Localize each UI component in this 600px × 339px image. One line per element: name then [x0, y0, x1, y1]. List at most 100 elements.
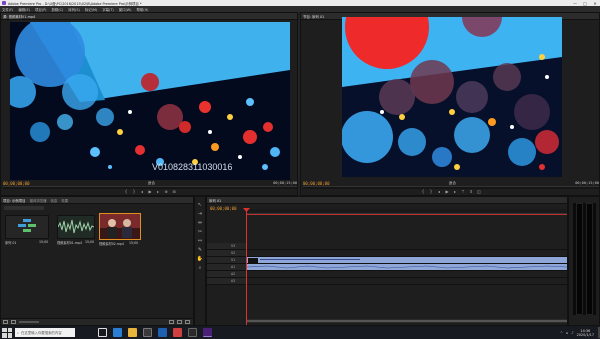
tray-chevron-icon[interactable]: ^: [560, 331, 563, 335]
tab-project[interactable]: 项目: 示例项目: [3, 198, 26, 203]
track-header[interactable]: V1: [207, 257, 247, 263]
export-frame-icon[interactable]: ◫: [476, 190, 482, 194]
project-item-sequence[interactable]: [5, 215, 49, 239]
step-back-icon[interactable]: ◂: [139, 190, 145, 194]
mark-out-icon[interactable]: }: [131, 190, 137, 194]
extract-icon[interactable]: ⇞: [468, 190, 474, 194]
selection-tool-icon[interactable]: ↖: [196, 201, 204, 209]
new-item-icon[interactable]: [177, 320, 182, 324]
sequence-icon: [18, 219, 36, 232]
timeline-scrollbar[interactable]: [247, 319, 567, 323]
program-mark-out-icon[interactable]: }: [428, 190, 434, 194]
timeline-sequence-tab[interactable]: 序列 01: [209, 198, 221, 203]
source-overlay-text: V010828311030016: [152, 162, 233, 172]
clock[interactable]: 14:36 2020/1/17: [577, 329, 594, 337]
overwrite-icon[interactable]: ⊞: [171, 190, 177, 194]
track-header[interactable]: A1: [207, 264, 247, 270]
edge-browser-icon[interactable]: [113, 328, 122, 337]
project-item-clip-1[interactable]: [57, 215, 95, 239]
trash-icon[interactable]: [185, 320, 190, 324]
track-a1: A1: [207, 264, 568, 271]
insert-icon[interactable]: ⊕: [163, 190, 169, 194]
zoom-slider[interactable]: [19, 321, 39, 323]
source-timecode-in[interactable]: 00;00;00;00: [3, 181, 30, 186]
network-icon[interactable]: ⌂: [566, 331, 568, 335]
program-timecode-in[interactable]: 00;00;00;00: [303, 181, 330, 186]
task-view-icon[interactable]: [98, 328, 107, 337]
close-button[interactable]: ✕: [590, 1, 600, 6]
source-monitor-tab[interactable]: 源: 视频素材01.mp4: [3, 14, 35, 19]
taskbar-search-box[interactable]: ⌕ 在这里输入你要搜索的内容: [15, 328, 75, 337]
track-label: A1: [231, 265, 236, 269]
source-fit-dropdown[interactable]: 适合: [148, 181, 155, 186]
hand-tool-icon[interactable]: ✋: [196, 255, 204, 263]
menu-title[interactable]: 字幕(T): [102, 7, 114, 12]
ripple-edit-tool-icon[interactable]: ⇹: [196, 219, 204, 227]
program-mark-in-icon[interactable]: {: [420, 190, 426, 194]
project-item-clip-2[interactable]: [99, 213, 141, 240]
project-search-input[interactable]: [4, 206, 44, 210]
menu-sequence[interactable]: 序列(S): [68, 7, 80, 12]
track-header[interactable]: V3: [207, 243, 247, 249]
track-v1: V1: [207, 257, 567, 264]
icon-view-icon[interactable]: [11, 320, 16, 324]
scrollbar-thumb[interactable]: [247, 320, 567, 322]
menu-marker[interactable]: 标记(M): [85, 7, 97, 12]
tab-info[interactable]: 信息: [51, 198, 58, 203]
source-timecode-duration: 00;00;15;00: [273, 181, 297, 185]
new-bin-icon[interactable]: [169, 320, 174, 324]
windows-start-icon[interactable]: [2, 327, 12, 338]
program-monitor-panel: 节目: 序列 01 00;00;00;00 适合 00;00;15;00 {}…: [300, 12, 600, 196]
program-play-icon[interactable]: ▶: [444, 190, 450, 194]
clip-thumbnail: [248, 258, 258, 263]
audio-clip[interactable]: [246, 264, 568, 270]
tab-effects[interactable]: 效果: [61, 198, 68, 203]
minimize-button[interactable]: —: [570, 1, 580, 6]
app-icon-dark[interactable]: [188, 328, 197, 337]
premiere-taskbar-icon[interactable]: [203, 328, 212, 337]
menu-edit[interactable]: 编辑(E): [18, 7, 30, 12]
step-forward-icon[interactable]: ▸: [155, 190, 161, 194]
timeline-timecode[interactable]: 00;00;00;00: [210, 206, 237, 211]
tracks-area: V3 V2 V1 A1 A2 A3: [207, 243, 568, 303]
playhead[interactable]: [246, 209, 247, 325]
program-video-image: [342, 17, 562, 177]
track-label: V1: [231, 258, 236, 262]
app-icon-red[interactable]: [173, 328, 182, 337]
slip-tool-icon[interactable]: ↔: [196, 237, 204, 245]
list-view-icon[interactable]: [3, 320, 8, 324]
tab-media-browser[interactable]: 媒体浏览器: [30, 198, 47, 203]
mail-icon[interactable]: [158, 328, 167, 337]
lift-icon[interactable]: ⇡: [460, 190, 466, 194]
track-label: A2: [231, 272, 236, 276]
work-area-bar[interactable]: [247, 214, 567, 215]
project-panel: 项目: 示例项目 媒体浏览器 信息 效果 序列 01 15;00 视频素材01.…: [0, 196, 194, 326]
track-header[interactable]: V2: [207, 250, 247, 256]
track-header[interactable]: A3: [207, 278, 247, 284]
menu-clip[interactable]: 剪辑(C): [51, 7, 63, 12]
store-icon[interactable]: [143, 328, 152, 337]
menu-file[interactable]: 文件(F): [2, 7, 13, 12]
track-v3: V3: [207, 243, 567, 250]
razor-tool-icon[interactable]: ✂: [196, 228, 204, 236]
play-icon[interactable]: ▶: [147, 190, 153, 194]
program-step-forward-icon[interactable]: ▸: [452, 190, 458, 194]
program-fit-dropdown[interactable]: 适合: [449, 181, 456, 186]
maximize-button[interactable]: □: [580, 1, 590, 6]
pen-tool-icon[interactable]: ✎: [196, 246, 204, 254]
track-v2: V2: [207, 250, 567, 257]
track-select-tool-icon[interactable]: ⇥: [196, 210, 204, 218]
menu-help[interactable]: 帮助(H): [136, 7, 148, 12]
menu-project[interactable]: 项目(P): [35, 7, 46, 12]
video-clip[interactable]: [247, 257, 567, 263]
mark-in-icon[interactable]: {: [123, 190, 129, 194]
file-explorer-icon[interactable]: [128, 328, 137, 337]
menu-window[interactable]: 窗口(W): [119, 7, 132, 12]
program-step-back-icon[interactable]: ◂: [436, 190, 442, 194]
track-label: V3: [231, 244, 236, 248]
volume-icon[interactable]: ♪: [571, 331, 573, 335]
project-item-duration: 15;00: [129, 241, 139, 245]
program-monitor-tab[interactable]: 节目: 序列 01: [303, 14, 324, 19]
zoom-tool-icon[interactable]: ⌕: [196, 264, 204, 272]
track-header[interactable]: A2: [207, 271, 247, 277]
